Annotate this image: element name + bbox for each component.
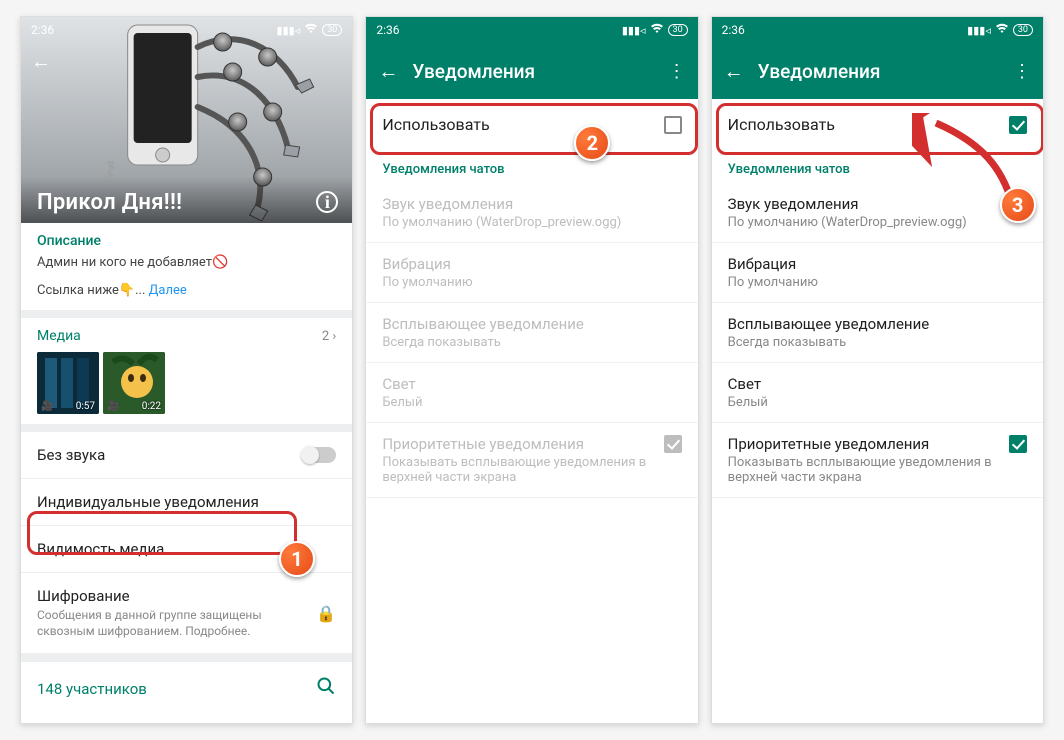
mute-label: Без звука — [37, 446, 105, 464]
phone-screen-3: 2:36 ▮▮▮◃ 30 ← Уведомления ⋮ Использоват… — [711, 16, 1044, 724]
media-section[interactable]: Медиа 2 › 🎥 0:57 🎥 0:22 — [21, 318, 352, 432]
status-bar: 2:36 ▮▮▮◃ 30 — [712, 17, 1043, 43]
use-custom-label: Использовать — [728, 115, 835, 134]
light-title: Свет — [728, 375, 1027, 393]
clock: 2:36 — [376, 23, 399, 37]
signal-icon: ▮▮▮◃ — [622, 24, 646, 37]
popup-title: Всплывающее уведомление — [382, 315, 681, 333]
media-label: Медиа — [37, 328, 81, 344]
video-icon: 🎥 — [41, 401, 53, 412]
sound-title: Звук уведомления — [382, 195, 681, 213]
battery-icon: 30 — [322, 24, 342, 36]
more-link[interactable]: Далее — [149, 283, 187, 298]
custom-notifications-row[interactable]: Индивидуальные уведомления — [21, 479, 352, 526]
duration-2: 0:22 — [142, 401, 161, 412]
menu-icon[interactable]: ⋮ — [1013, 61, 1031, 82]
use-custom-checkbox[interactable] — [1009, 116, 1027, 134]
use-custom-checkbox[interactable] — [664, 116, 682, 134]
encryption-title: Шифрование — [37, 587, 316, 605]
menu-icon[interactable]: ⋮ — [668, 61, 686, 82]
priority-title: Приоритетные уведомления — [382, 435, 653, 453]
sound-sub: По умолчанию (WaterDrop_preview.ogg) — [728, 215, 1027, 230]
chat-notif-header: Уведомления чатов — [712, 150, 1043, 183]
participants-count: 148 участников — [37, 680, 147, 698]
clock: 2:36 — [31, 23, 54, 37]
page-title: Уведомления — [758, 60, 881, 83]
use-custom-label: Использовать — [382, 115, 489, 134]
priority-row[interactable]: Приоритетные уведомления Показывать вспл… — [712, 423, 1043, 498]
priority-sub: Показывать всплывающие уведомления в вер… — [728, 455, 999, 485]
use-custom-row[interactable]: Использовать — [366, 99, 697, 150]
wifi-icon — [995, 23, 1009, 37]
popup-row[interactable]: Всплывающее уведомление Всегда показыват… — [712, 303, 1043, 363]
vibration-row[interactable]: Вибрация По умолчанию — [712, 243, 1043, 303]
lock-icon: 🔒 — [316, 604, 336, 623]
sound-title: Звук уведомления — [728, 195, 1027, 213]
wifi-icon — [650, 23, 664, 37]
vibration-sub: По умолчанию — [382, 275, 681, 290]
wifi-icon — [304, 23, 318, 37]
mute-row[interactable]: Без звука — [21, 432, 352, 479]
media-thumb-2[interactable]: 🎥 0:22 — [103, 352, 165, 414]
toolbar: ← Уведомления ⋮ — [712, 43, 1043, 99]
light-title: Свет — [382, 375, 681, 393]
priority-checkbox[interactable] — [1009, 435, 1027, 453]
battery-icon: 30 — [1013, 24, 1033, 36]
custom-notifications-label: Индивидуальные уведомления — [37, 493, 259, 511]
duration-1: 0:57 — [76, 401, 95, 412]
back-button[interactable]: ← — [31, 49, 51, 74]
vibration-title: Вибрация — [382, 255, 681, 273]
popup-title: Всплывающее уведомление — [728, 315, 1027, 333]
priority-checkbox — [664, 435, 682, 453]
vibration-row: Вибрация По умолчанию — [366, 243, 697, 303]
popup-sub: Всегда показывать — [382, 335, 681, 350]
video-icon: 🎥 — [107, 401, 119, 412]
media-thumb-1[interactable]: 🎥 0:57 — [37, 352, 99, 414]
light-row[interactable]: Свет Белый — [712, 363, 1043, 423]
priority-sub: Показывать всплывающие уведомления в вер… — [382, 455, 653, 485]
priority-row: Приоритетные уведомления Показывать вспл… — [366, 423, 697, 498]
participants-row[interactable]: 148 участников — [21, 654, 352, 715]
description-text1: Админ ни кого не добавляет🚫 — [37, 253, 336, 273]
light-sub: Белый — [382, 395, 681, 410]
phone-screen-2: 2:36 ▮▮▮◃ 30 ← Уведомления ⋮ Использоват… — [365, 16, 698, 724]
step-badge-3: 3 — [1000, 187, 1036, 223]
signal-icon: ▮▮▮◃ — [967, 24, 991, 37]
phone-screen-1: iPad 2:36 ▮▮▮◃ 30 ← Прикол Дня!!! i Опис… — [20, 16, 353, 724]
svg-text:iPad: iPad — [107, 161, 116, 177]
toolbar: ← Уведомления ⋮ — [366, 43, 697, 99]
description-section[interactable]: Описание Админ ни кого не добавляет🚫 Ссы… — [21, 223, 352, 318]
vibration-sub: По умолчанию — [728, 275, 1027, 290]
back-button[interactable]: ← — [724, 59, 744, 84]
sound-row[interactable]: Звук уведомления По умолчанию (WaterDrop… — [712, 183, 1043, 243]
step-badge-1: 1 — [279, 541, 315, 577]
clock: 2:36 — [722, 23, 745, 37]
page-title: Уведомления — [412, 60, 535, 83]
description-text2: Ссылка ниже👇... — [37, 283, 149, 298]
description-label: Описание — [37, 233, 336, 249]
search-icon[interactable] — [316, 676, 336, 701]
light-row: Свет Белый — [366, 363, 697, 423]
encryption-row[interactable]: Шифрование Сообщения в данной группе защ… — [21, 573, 352, 654]
group-header-image: iPad 2:36 ▮▮▮◃ 30 ← Прикол Дня!!! i — [21, 17, 352, 223]
sound-row: Звук уведомления По умолчанию (WaterDrop… — [366, 183, 697, 243]
vibration-title: Вибрация — [728, 255, 1027, 273]
light-sub: Белый — [728, 395, 1027, 410]
signal-icon: ▮▮▮◃ — [277, 24, 301, 37]
back-button[interactable]: ← — [378, 59, 398, 84]
mute-toggle[interactable] — [302, 447, 336, 463]
battery-icon: 30 — [668, 24, 688, 36]
status-bar: 2:36 ▮▮▮◃ 30 — [366, 17, 697, 43]
priority-title: Приоритетные уведомления — [728, 435, 999, 453]
sound-sub: По умолчанию (WaterDrop_preview.ogg) — [382, 215, 681, 230]
media-count: 2 — [322, 329, 329, 344]
status-bar: 2:36 ▮▮▮◃ 30 — [21, 17, 352, 43]
use-custom-row[interactable]: Использовать — [712, 99, 1043, 150]
popup-sub: Всегда показывать — [728, 335, 1027, 350]
popup-row: Всплывающее уведомление Всегда показыват… — [366, 303, 697, 363]
chat-notif-header: Уведомления чатов — [366, 150, 697, 183]
encryption-sub: Сообщения в данной группе защищены сквоз… — [37, 607, 316, 639]
group-title: Прикол Дня!!! — [37, 190, 336, 215]
media-visibility-label: Видимость медиа — [37, 540, 164, 558]
